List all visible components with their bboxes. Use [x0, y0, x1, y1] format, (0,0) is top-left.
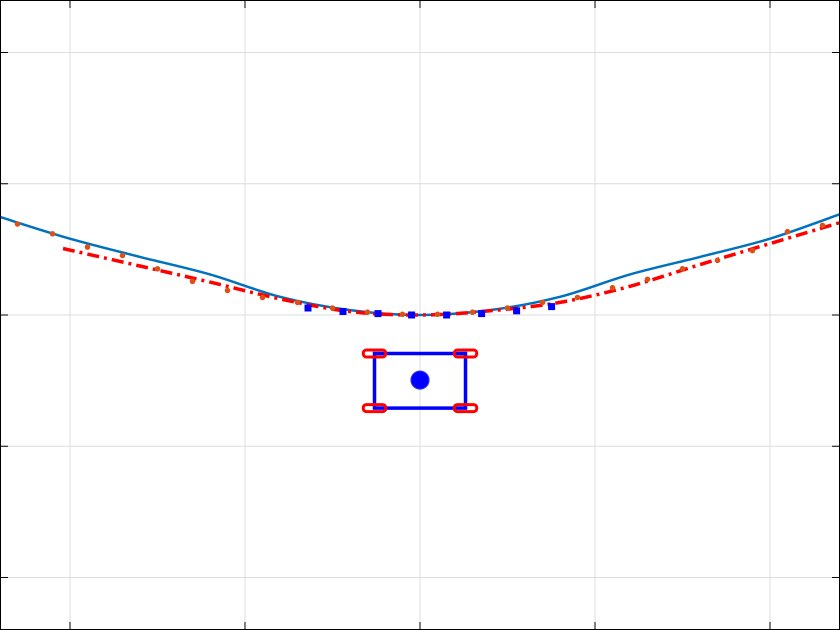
path-tracking-plot: [0, 0, 840, 630]
reference-point: [784, 228, 791, 235]
reference-point: [364, 309, 371, 316]
reference-point: [504, 305, 511, 311]
reference-point: [294, 299, 301, 306]
reference-point: [329, 305, 336, 311]
reference-point: [469, 309, 476, 316]
horizon-point: [443, 311, 451, 319]
reference-point: [189, 278, 196, 285]
reference-point: [399, 311, 406, 318]
reference-point: [749, 247, 756, 254]
reference-point: [539, 299, 546, 306]
reference-point: [679, 266, 686, 272]
reference-point: [819, 222, 826, 229]
reference-point: [259, 294, 266, 301]
reference-point: [609, 284, 616, 291]
reference-point: [224, 287, 231, 294]
reference-point: [154, 266, 161, 272]
reference-point: [84, 244, 91, 250]
reference-point: [434, 311, 441, 318]
horizon-point: [408, 311, 416, 319]
reference-point: [714, 257, 721, 264]
vehicle-center: [410, 370, 430, 390]
horizon-point: [478, 310, 486, 318]
horizon-point: [304, 304, 312, 312]
reference-point: [119, 252, 126, 259]
reference-point: [14, 221, 21, 227]
horizon-point: [339, 308, 347, 315]
reference-point: [574, 294, 581, 301]
reference-point: [49, 231, 56, 237]
reference-point: [644, 276, 651, 283]
horizon-point: [513, 307, 521, 315]
horizon-point: [548, 303, 556, 311]
horizon-point: [374, 310, 382, 318]
